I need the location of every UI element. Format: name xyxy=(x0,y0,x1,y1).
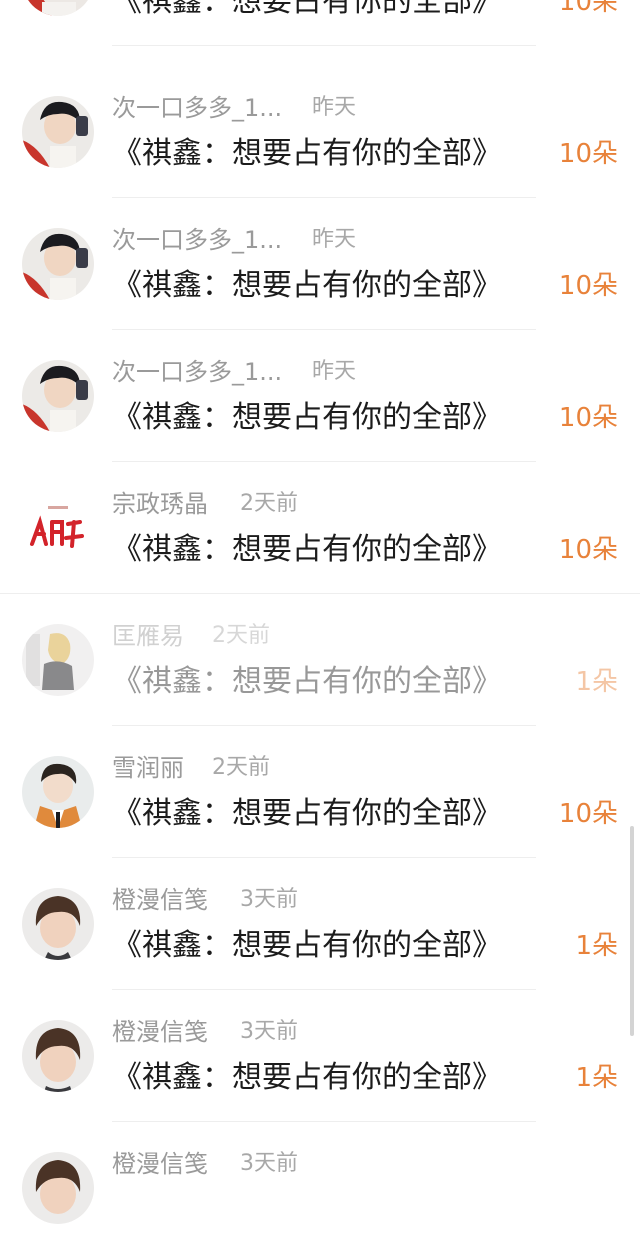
list-item[interactable]: 次一口多多_1... 昨天 《祺鑫：想要占有你的全部》 10朵 xyxy=(0,198,640,330)
work-title: 《祺鑫：想要占有你的全部》 xyxy=(112,0,502,19)
work-title: 《祺鑫：想要占有你的全部》 xyxy=(112,268,502,303)
flower-count: 1朵 xyxy=(575,667,618,697)
avatar[interactable] xyxy=(22,492,94,564)
flower-count: 10朵 xyxy=(558,535,618,565)
username[interactable]: 宗政琇晶 xyxy=(112,488,208,520)
username[interactable]: 雪润丽 xyxy=(112,752,184,784)
flower-count: 1朵 xyxy=(575,1063,618,1093)
avatar[interactable] xyxy=(22,888,94,960)
avatar[interactable] xyxy=(22,1020,94,1092)
list-item[interactable]: 匡雁易 2天前 《祺鑫：想要占有你的全部》 1朵 xyxy=(0,594,640,726)
list-item[interactable]: 橙漫信笺 3天前 xyxy=(0,1122,640,1254)
list-item[interactable]: 雪润丽 2天前 《祺鑫：想要占有你的全部》 10朵 xyxy=(0,726,640,858)
flower-count: 10朵 xyxy=(558,0,618,17)
flower-count: 10朵 xyxy=(558,271,618,301)
avatar[interactable] xyxy=(22,96,94,168)
list-item[interactable]: 橙漫信笺 3天前 《祺鑫：想要占有你的全部》 1朵 xyxy=(0,990,640,1122)
flower-count: 1朵 xyxy=(575,931,618,961)
avatar[interactable] xyxy=(22,228,94,300)
flower-count: 10朵 xyxy=(558,403,618,433)
username[interactable]: 橙漫信笺 xyxy=(112,1016,208,1048)
work-title: 《祺鑫：想要占有你的全部》 xyxy=(112,400,502,435)
list-item[interactable]: 《祺鑫：想要占有你的全部》 10朵 xyxy=(0,0,640,46)
list-item[interactable]: 次一口多多_1... 昨天 《祺鑫：想要占有你的全部》 10朵 xyxy=(0,330,640,462)
timestamp: 昨天 xyxy=(312,359,357,384)
timestamp: 2天前 xyxy=(212,623,270,648)
avatar[interactable] xyxy=(22,624,94,696)
username[interactable]: 匡雁易 xyxy=(112,620,184,652)
list-item[interactable]: 次一口多多_1... 昨天 《祺鑫：想要占有你的全部》 10朵 xyxy=(0,66,640,198)
divider xyxy=(112,45,536,46)
timestamp: 2天前 xyxy=(212,755,270,780)
flower-count: 10朵 xyxy=(558,799,618,829)
avatar[interactable] xyxy=(22,756,94,828)
username[interactable]: 次一口多多_1... xyxy=(112,356,282,388)
work-title: 《祺鑫：想要占有你的全部》 xyxy=(112,928,502,963)
timestamp: 昨天 xyxy=(312,95,357,120)
avatar[interactable] xyxy=(22,0,94,16)
work-title: 《祺鑫：想要占有你的全部》 xyxy=(112,136,502,171)
list-item[interactable]: 橙漫信笺 3天前 《祺鑫：想要占有你的全部》 1朵 xyxy=(0,858,640,990)
username[interactable]: 次一口多多_1... xyxy=(112,224,282,256)
username[interactable]: 次一口多多_1... xyxy=(112,92,282,124)
work-title: 《祺鑫：想要占有你的全部》 xyxy=(112,1060,502,1095)
avatar[interactable] xyxy=(22,1152,94,1224)
scrollbar-thumb[interactable] xyxy=(630,826,634,1036)
username[interactable]: 橙漫信笺 xyxy=(112,1148,208,1180)
timestamp: 3天前 xyxy=(240,1019,298,1044)
timestamp: 3天前 xyxy=(240,1151,298,1176)
list-item[interactable]: 宗政琇晶 2天前 《祺鑫：想要占有你的全部》 10朵 xyxy=(0,462,640,594)
timestamp: 2天前 xyxy=(240,491,298,516)
timestamp: 3天前 xyxy=(240,887,298,912)
work-title: 《祺鑫：想要占有你的全部》 xyxy=(112,532,502,567)
work-title: 《祺鑫：想要占有你的全部》 xyxy=(112,664,502,699)
timestamp: 昨天 xyxy=(312,227,357,252)
username[interactable]: 橙漫信笺 xyxy=(112,884,208,916)
flower-count: 10朵 xyxy=(558,139,618,169)
avatar[interactable] xyxy=(22,360,94,432)
work-title: 《祺鑫：想要占有你的全部》 xyxy=(112,796,502,831)
